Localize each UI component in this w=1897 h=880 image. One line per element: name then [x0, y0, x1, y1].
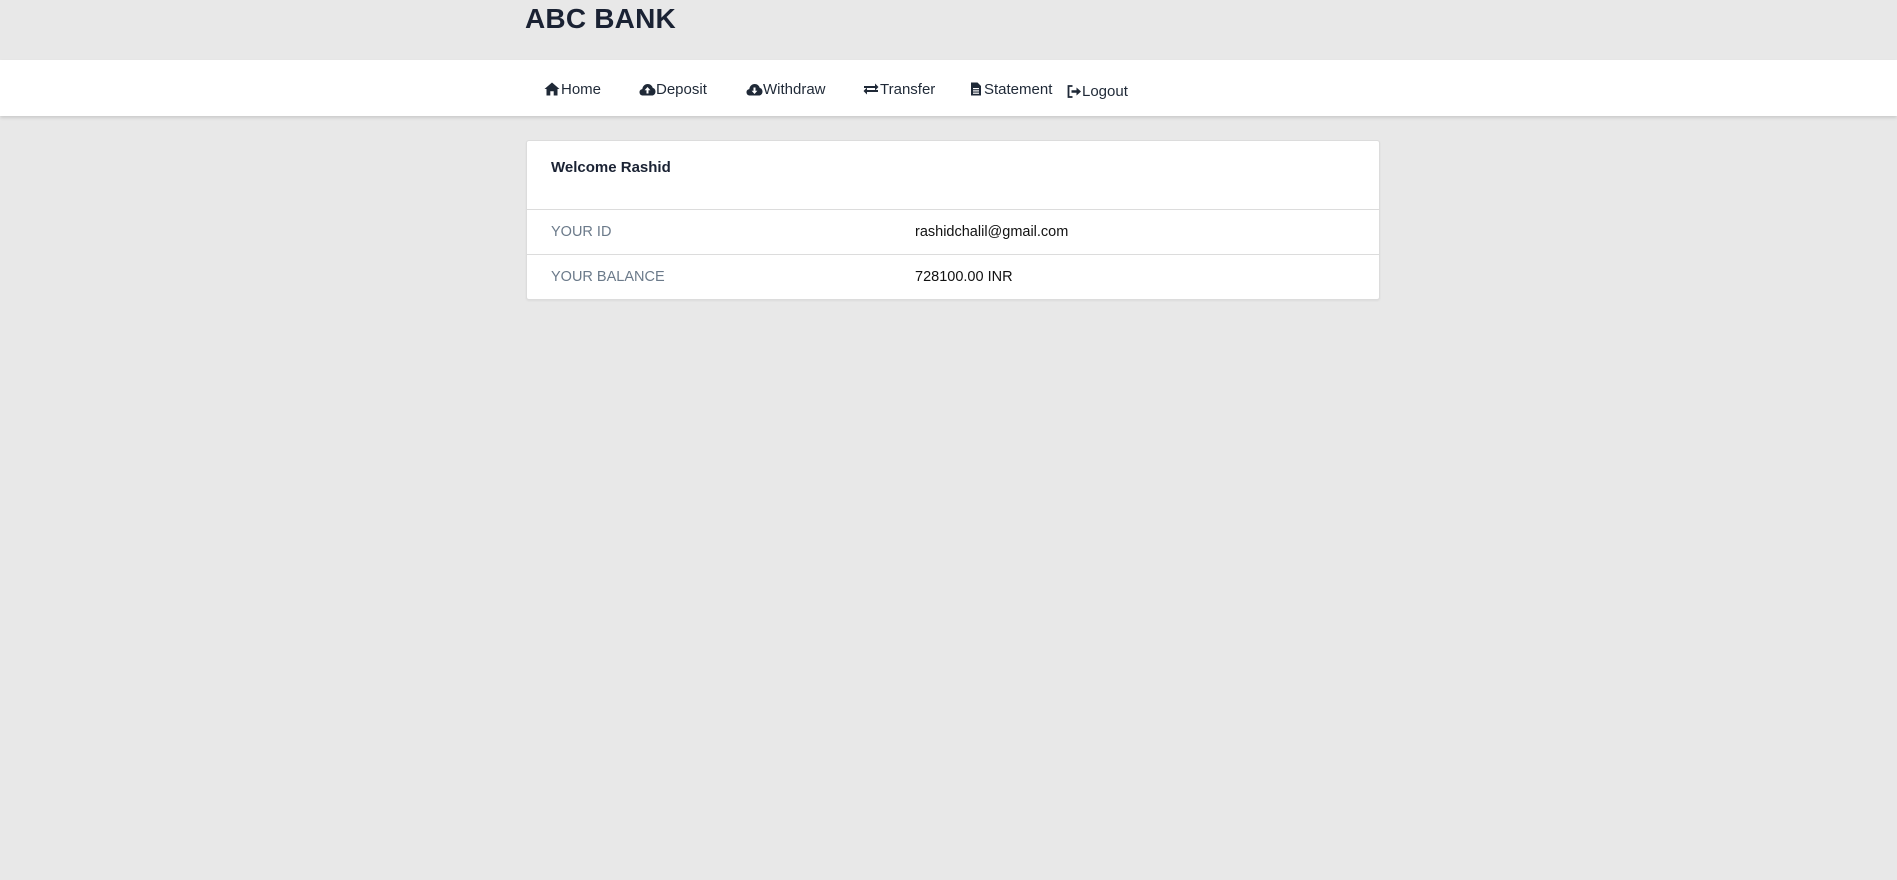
account-id-label: YOUR ID	[551, 224, 612, 240]
nav-home[interactable]: Home	[544, 79, 601, 99]
nav-logout[interactable]: Logout	[1067, 81, 1128, 101]
nav-home-label: Home	[561, 80, 602, 98]
cloud-upload-icon	[639, 82, 656, 96]
nav-statement-label: Statement	[984, 80, 1053, 98]
account-row-balance: YOUR BALANCE 728100.00 INR	[527, 254, 1379, 300]
header: ABC BANK	[0, 0, 1897, 60]
account-id-value: rashidchalil@gmail.com	[915, 224, 1069, 240]
document-icon	[970, 82, 984, 96]
navbar: Home Deposit Withdraw Transfer Statement…	[0, 60, 1897, 116]
home-icon	[544, 82, 561, 96]
nav-withdraw-label: Withdraw	[763, 80, 826, 98]
transfer-arrows-icon	[863, 82, 880, 96]
nav-transfer[interactable]: Transfer	[863, 79, 935, 99]
nav-transfer-label: Transfer	[880, 80, 936, 98]
account-balance-label: YOUR BALANCE	[551, 269, 665, 285]
nav-deposit[interactable]: Deposit	[639, 79, 707, 99]
cloud-download-icon	[746, 82, 763, 96]
welcome-heading: Welcome Rashid	[551, 159, 671, 176]
nav-statement[interactable]: Statement	[970, 79, 1052, 99]
nav-withdraw[interactable]: Withdraw	[746, 79, 826, 99]
nav-logout-label: Logout	[1082, 82, 1128, 100]
account-balance-value: 728100.00 INR	[915, 269, 1013, 285]
sign-out-icon	[1067, 84, 1082, 98]
account-row-id: YOUR ID rashidchalil@gmail.com	[527, 209, 1379, 255]
account-summary-card: Welcome Rashid YOUR ID rashidchalil@gmai…	[526, 140, 1380, 300]
nav-deposit-label: Deposit	[656, 80, 707, 98]
brand-title: ABC BANK	[525, 3, 676, 34]
